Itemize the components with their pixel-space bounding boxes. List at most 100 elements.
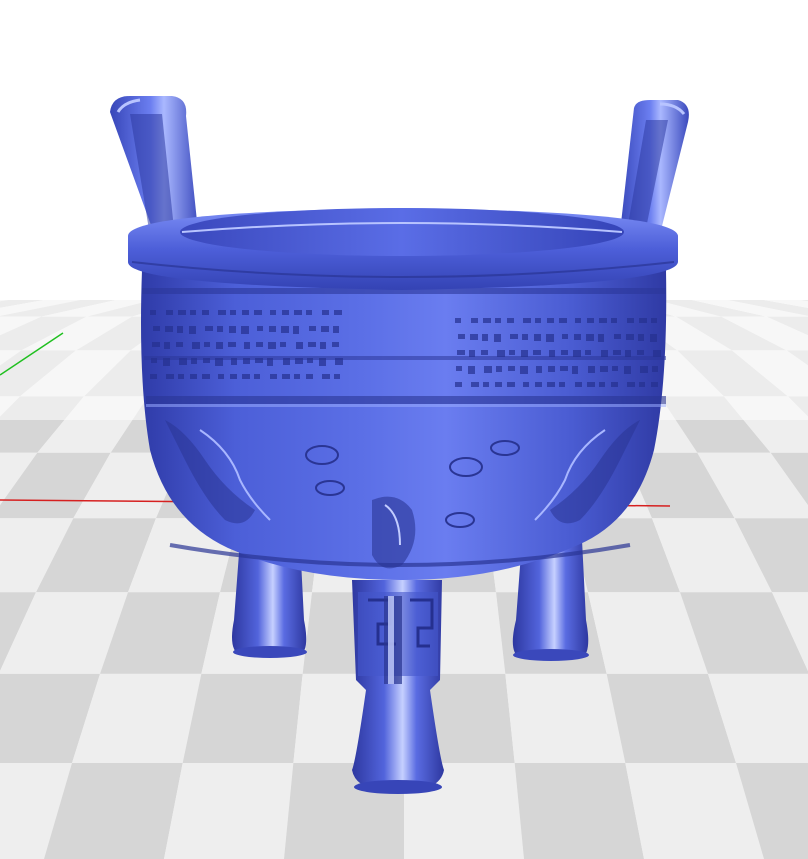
inscription-mark [586,334,594,341]
inscription-mark [600,366,608,372]
inscription-mark [202,310,209,315]
inscription-mark [255,358,263,363]
inscription-mark [520,366,528,374]
inscription-mark [267,358,273,366]
inscription-mark [165,326,173,332]
inscription-mark [243,358,250,364]
inscription-mark [507,382,515,387]
inscription-mark [228,342,236,347]
floor-tile [164,762,294,859]
inscription-mark [507,318,514,323]
inscription-mark [242,310,249,315]
inscription-mark [204,342,210,347]
inscription-mark [611,318,617,323]
inscription-mark [572,366,578,374]
inscription-mark [624,366,631,374]
inscription-mark [547,382,555,387]
inscription-mark [268,342,276,349]
inscription-mark [484,366,492,373]
inscription-mark [307,358,313,363]
inscription-mark [241,326,249,334]
inscription-mark [639,318,647,323]
inscription-mark [587,318,594,323]
inscription-mark [150,374,157,379]
inscription-mark [651,318,657,323]
inscription-mark [151,358,157,363]
inscription-mark [306,374,313,379]
inscription-mark [306,310,312,315]
3d-viewport[interactable] [0,0,808,859]
inscription-mark [560,366,568,371]
inscription-mark [471,318,478,323]
inscription-mark [470,334,478,340]
inscription-mark [320,342,326,349]
inscription-mark [179,358,187,365]
inscription-mark [522,334,528,340]
inscription-mark [319,358,326,366]
inscription-mark [283,358,290,365]
floor-tile [182,673,303,763]
inscription-mark [497,350,505,357]
inscription-mark [294,374,300,379]
inscription-mark [334,374,340,379]
inscription-mark [482,334,488,341]
inscription-mark [652,366,658,372]
inscription-mark [455,382,462,387]
inscription-mark [153,326,160,331]
inscription-mark [601,350,608,357]
inscription-mark [216,342,223,349]
inscription-mark [244,342,250,349]
floor-tile [514,762,644,859]
inscription-mark [533,350,541,355]
inscription-mark [546,334,554,342]
inscription-mark [150,310,156,315]
inscription-mark [599,382,605,387]
inscription-mark [561,350,568,355]
inscription-mark [640,366,648,373]
inscription-mark [308,342,316,347]
inscription-mark [587,382,595,387]
inscription-mark [205,326,213,331]
inscription-mark [469,350,475,357]
inscription-mark [614,334,621,339]
inscription-mark [574,334,581,340]
inscription-mark [178,374,184,379]
inscription-mark [598,334,604,342]
floor-tile [505,673,626,763]
inscription-mark [585,350,591,355]
inscription-mark [322,374,330,379]
inscription-mark [218,374,224,379]
inscription-mark [333,326,339,333]
inscription-mark [455,318,461,323]
inscription-mark [270,374,277,379]
inscription-mark [637,350,644,355]
inscription-mark [536,366,542,373]
inscription-mark [164,342,170,349]
front-leg [352,580,444,794]
inscription-mark [176,342,183,347]
cauldron-rim [128,208,678,290]
inscription-mark [575,318,581,323]
inscription-mark [296,342,303,349]
inscription-mark [625,350,631,357]
inscription-mark [599,318,607,323]
inscription-mark [282,310,289,315]
inscription-mark [653,350,661,357]
inscription-mark [650,334,657,342]
inscription-mark [494,334,501,342]
inscription-mark [163,358,170,366]
inscription-mark [334,310,342,315]
inscription-mark [202,374,210,379]
inscription-mark [495,382,502,387]
inscription-mark [534,334,541,341]
inscription-mark [280,342,286,347]
inscription-mark [559,382,565,387]
inscription-mark [535,318,541,323]
inscription-mark [535,382,542,387]
inscription-mark [639,382,645,387]
inscription-mark [217,326,223,332]
inscription-mark [456,366,462,371]
inscription-mark [651,382,658,387]
inscription-mark [638,334,644,341]
inscription-mark [575,382,582,387]
